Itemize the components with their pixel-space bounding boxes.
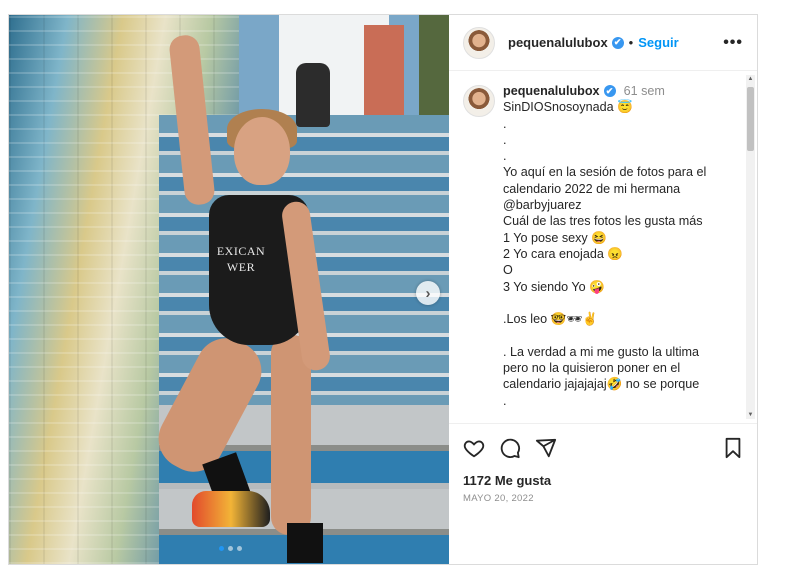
post-actions: [449, 423, 757, 471]
follow-button[interactable]: Seguir: [638, 35, 678, 50]
shirt-print-line1: EXICAN: [216, 244, 266, 258]
post-date[interactable]: MAYO 20, 2022: [449, 493, 757, 504]
caption-line: .: [503, 116, 507, 131]
post-header: pequenalulubox ✔ • Seguir •••: [449, 15, 757, 71]
carousel-next-button[interactable]: ›: [416, 281, 440, 305]
caption-line: calendario 2022 de mi hermana: [503, 181, 681, 196]
caption-line: pero no la quisieron poner en el: [503, 361, 681, 376]
caption-line: 1 Yo pose sexy 😆: [503, 230, 607, 245]
caption-line: @barbyjuarez: [503, 198, 582, 213]
caption-avatar[interactable]: [463, 85, 495, 117]
figure-sock-right: [287, 523, 323, 563]
caption-verified-icon: ✔: [603, 85, 616, 98]
avatar[interactable]: [463, 26, 495, 59]
comments-area[interactable]: pequenalulubox ✔ 61 sem SinDIOSnosoynada…: [449, 71, 757, 423]
carousel-dots: [219, 546, 242, 551]
caption-line: [503, 327, 723, 343]
post-side-panel: pequenalulubox ✔ • Seguir ••• pequenalul…: [449, 15, 757, 564]
share-icon[interactable]: [535, 437, 557, 459]
figure-head: [234, 117, 290, 185]
comments-scrollbar[interactable]: ▲ ▼: [746, 75, 755, 419]
caption-time[interactable]: 61 sem: [624, 83, 665, 99]
post-photo[interactable]: EXICAN WER ›: [9, 15, 449, 564]
post-card: EXICAN WER › pequenalulubox ✔ • Seguir •…: [8, 14, 758, 565]
bookmark-icon[interactable]: [723, 437, 743, 459]
caption-text: SinDIOSnosoynada 😇... Yo aquí en la sesió…: [503, 99, 723, 409]
more-options-icon[interactable]: •••: [723, 34, 743, 52]
verified-badge-icon: ✔: [611, 36, 624, 49]
scrollbar-thumb[interactable]: [747, 87, 754, 151]
caption-line: .: [503, 393, 507, 408]
caption-line: calendario jajajajaj🤣 no se porque: [503, 377, 700, 392]
carousel-dot[interactable]: [237, 546, 242, 551]
caption-header: pequenalulubox ✔ 61 sem: [503, 83, 723, 99]
like-count[interactable]: 1172 Me gusta: [449, 473, 757, 488]
caption-line: O: [503, 263, 513, 278]
caption-body: pequenalulubox ✔ 61 sem SinDIOSnosoynada…: [503, 83, 723, 409]
caption-line: [503, 295, 723, 311]
caption-line: .Los leo 🤓🕶✌: [503, 312, 598, 327]
heart-icon[interactable]: [463, 437, 485, 459]
shirt-print-line2: WER: [226, 260, 256, 274]
chevron-right-icon: ›: [425, 284, 431, 302]
scroll-up-arrow-icon[interactable]: ▲: [746, 75, 755, 83]
caption-line: 3 Yo siendo Yo 🤪: [503, 279, 605, 294]
comment-icon[interactable]: [499, 437, 521, 459]
shirt-print: EXICAN WER: [209, 243, 273, 275]
scroll-down-arrow-icon[interactable]: ▼: [746, 411, 755, 419]
carousel-dot[interactable]: [219, 546, 224, 551]
caption-line: . La verdad a mi me gusto la ultima: [503, 344, 699, 359]
caption-line: .: [503, 132, 507, 147]
caption-line: Yo aquí en la sesión de fotos para el: [503, 165, 707, 180]
caption-line: .: [503, 149, 507, 164]
caption-line: Cuál de las tres fotos les gusta más: [503, 214, 703, 229]
caption-line: 2 Yo cara enojada 😠: [503, 246, 624, 261]
figure-sneaker: [192, 491, 270, 527]
header-separator: •: [628, 35, 634, 50]
author-username[interactable]: pequenalulubox: [508, 35, 608, 50]
caption-line: SinDIOSnosoynada 😇: [503, 100, 633, 115]
photo-scooter: [296, 63, 330, 127]
caption-username[interactable]: pequenalulubox: [503, 83, 600, 99]
caption-comment: pequenalulubox ✔ 61 sem SinDIOSnosoynada…: [449, 71, 757, 409]
carousel-dot[interactable]: [228, 546, 233, 551]
